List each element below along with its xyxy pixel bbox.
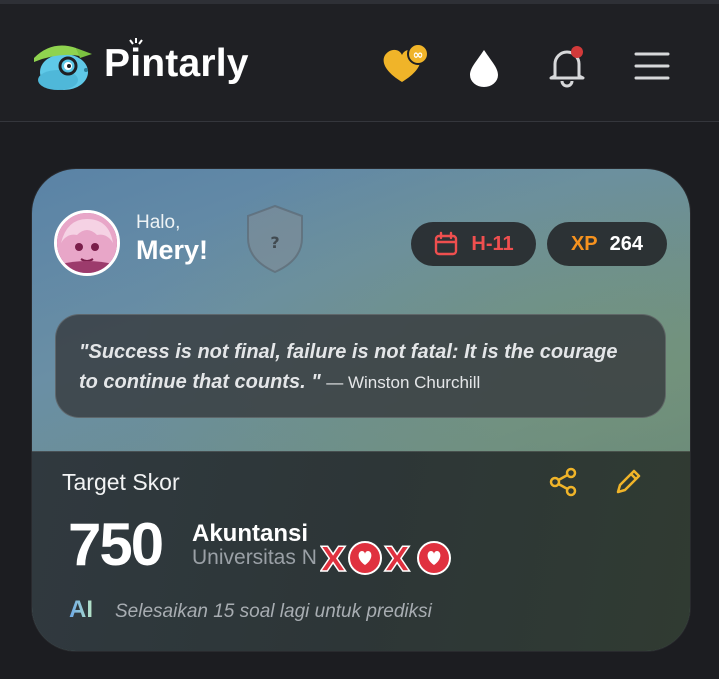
motivational-quote: "Success is not final, failure is not fa… xyxy=(55,314,666,418)
ai-label: AI xyxy=(69,596,93,623)
target-score: 750 xyxy=(68,511,164,578)
dino-logo-icon[interactable] xyxy=(28,36,94,94)
app-header: Pintarly ∞ xyxy=(0,4,719,122)
menu-icon xyxy=(634,52,670,80)
ai-prediction-hint: Selesaikan 15 soal lagi untuk prediksi xyxy=(115,601,432,622)
xoxo-sticker-icon: X X xyxy=(320,539,451,579)
pencil-icon xyxy=(616,469,641,494)
target-major: Akuntansi xyxy=(192,520,309,547)
user-name: Mery! xyxy=(136,235,209,265)
xp-label: XP xyxy=(570,232,598,255)
notifications-button[interactable] xyxy=(545,44,589,88)
bell-icon xyxy=(549,46,585,88)
countdown-badge[interactable]: H-11 xyxy=(411,222,536,266)
share-button[interactable] xyxy=(548,467,578,497)
drop-icon xyxy=(470,50,498,87)
heart-infinity-icon: ∞ xyxy=(383,43,429,82)
shield-question: ? xyxy=(270,233,279,252)
xp-badge[interactable]: XP 264 xyxy=(547,222,667,266)
energy-button[interactable] xyxy=(466,46,502,88)
rank-badge[interactable]: ? xyxy=(246,204,304,274)
share-icon xyxy=(549,467,577,497)
heart-badge: ∞ xyxy=(413,48,424,63)
brand-name[interactable]: Pintarly xyxy=(104,42,249,86)
shield-icon: ? xyxy=(247,204,303,274)
lives-button[interactable]: ∞ xyxy=(380,42,432,88)
xp-value: 264 xyxy=(609,232,644,255)
profile-card: Halo, Mery! ? H-11 XP 264 "Success is no… xyxy=(32,169,690,651)
sparkle-icon xyxy=(129,38,143,45)
calendar-icon xyxy=(435,231,458,256)
edit-target-button[interactable] xyxy=(612,466,644,498)
countdown-label: H-11 xyxy=(471,232,514,255)
avatar-illustration xyxy=(57,213,117,273)
quote-author: — Winston Churchill xyxy=(326,373,481,392)
svg-text:X: X xyxy=(320,540,346,579)
avatar[interactable] xyxy=(54,210,120,276)
menu-button[interactable] xyxy=(630,46,674,86)
target-label: Target Skor xyxy=(62,469,180,495)
greeting-label: Halo, xyxy=(136,212,181,233)
svg-text:X: X xyxy=(384,540,410,579)
target-university: Universitas N xyxy=(192,546,317,569)
